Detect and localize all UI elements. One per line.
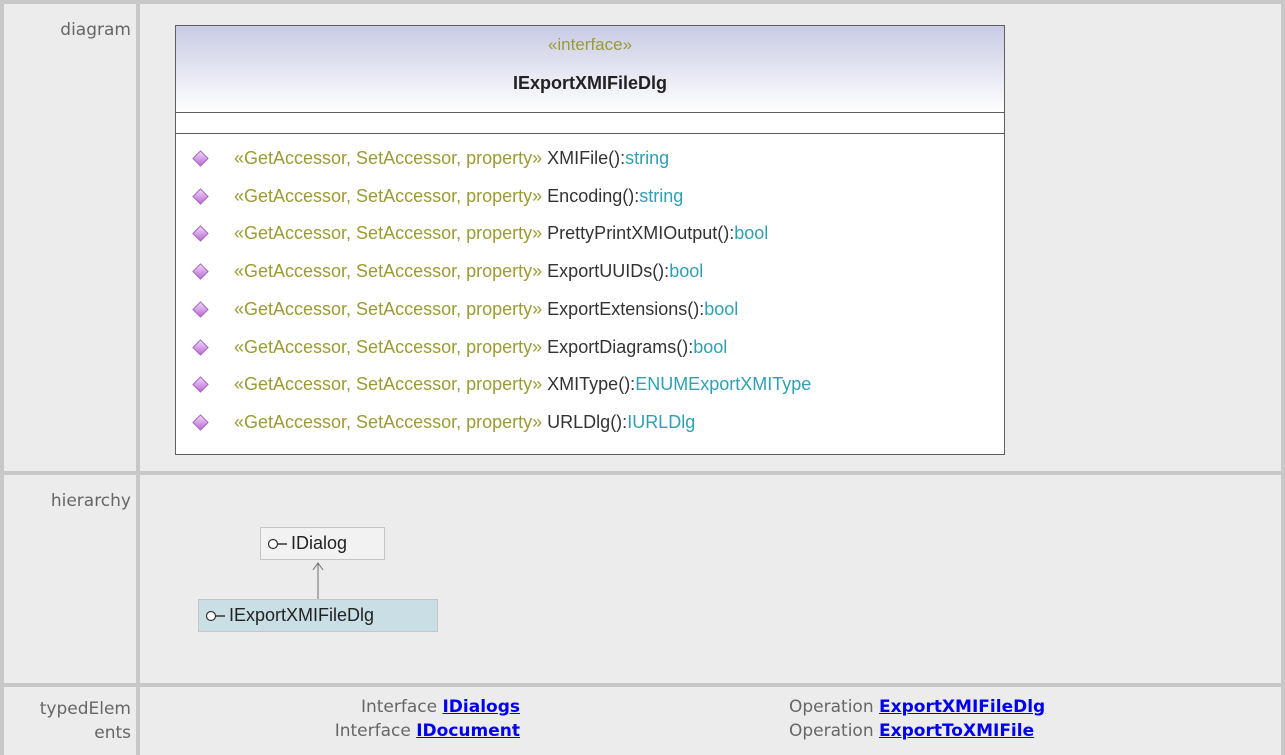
diagram-cell: «interface» IExportXMIFileDlg «GetAccess… xyxy=(140,4,1281,471)
operation-name: XMIType(): xyxy=(547,374,636,395)
operation-return-type: string xyxy=(625,148,670,168)
operation-row[interactable]: «GetAccessor, SetAccessor, property» XMI… xyxy=(176,370,1004,400)
grid-line-right xyxy=(1281,0,1285,755)
operation-return-type: string xyxy=(639,185,684,206)
typed-element-row: Interface IDocument xyxy=(335,721,520,741)
operation-diamond-icon xyxy=(192,263,209,280)
operation-row[interactable]: «GetAccessor, SetAccessor, property» Exp… xyxy=(176,257,1004,287)
operation-name: XMIFile(): xyxy=(547,148,626,168)
typed-element-row: Interface IDialogs xyxy=(361,697,520,717)
operation-name: PrettyPrintXMIOutput(): xyxy=(547,223,735,244)
uml-class-box[interactable]: «interface» IExportXMIFileDlg «GetAccess… xyxy=(175,25,1005,455)
operation-diamond-icon xyxy=(192,301,209,318)
operation-return-type: bool xyxy=(669,261,704,282)
row-label-typed-elements: typedElem ents xyxy=(4,687,136,755)
operation-diamond-icon xyxy=(192,225,209,243)
operation-row[interactable]: «GetAccessor, SetAccessor, property» Exp… xyxy=(176,295,1004,325)
generalization-arrow xyxy=(312,562,324,599)
operation-row[interactable]: «GetAccessor, SetAccessor, property» XMI… xyxy=(176,144,1004,174)
operation-stereotype: «GetAccessor, SetAccessor, property» xyxy=(234,148,543,168)
operation-stereotype: «GetAccessor, SetAccessor, property» xyxy=(234,185,543,206)
operation-diamond-icon xyxy=(192,187,209,205)
uml-class-header: «interface» IExportXMIFileDlg xyxy=(176,26,1004,113)
operation-stereotype: «GetAccessor, SetAccessor, property» xyxy=(234,261,543,282)
operation-name: URLDlg(): xyxy=(547,411,628,432)
typed-elements-label-line2: ents xyxy=(94,723,131,743)
typed-elements-cell: Interface IDialogs Interface IDocument O… xyxy=(140,687,1281,755)
typed-element-kind: Interface xyxy=(360,697,438,717)
typed-element-link[interactable]: ExportToXMIFile xyxy=(879,721,1034,741)
operation-diamond-icon xyxy=(192,414,209,431)
hierarchy-parent-name: IDialog xyxy=(291,533,348,553)
typed-element-row: Operation ExportToXMIFile xyxy=(789,721,1034,741)
row-label-hierarchy: hierarchy xyxy=(4,475,136,683)
typed-element-kind: Interface xyxy=(334,721,411,741)
operation-stereotype: «GetAccessor, SetAccessor, property» xyxy=(234,374,543,395)
operation-stereotype: «GetAccessor, SetAccessor, property» xyxy=(234,411,543,432)
interface-lollipop-icon xyxy=(205,610,225,622)
operation-return-type: bool xyxy=(693,336,728,357)
typed-element-row: Operation ExportXMIFileDlg xyxy=(789,697,1045,717)
hierarchy-label: hierarchy xyxy=(50,491,131,511)
operation-stereotype: «GetAccessor, SetAccessor, property» xyxy=(234,298,543,319)
hierarchy-current-node[interactable]: IExportXMIFileDlg xyxy=(198,599,438,632)
hierarchy-current-name: IExportXMIFileDlg xyxy=(229,605,375,625)
operation-diamond-icon xyxy=(192,376,209,393)
operation-return-type: ENUMExportXMIType xyxy=(635,374,812,395)
operation-stereotype: «GetAccessor, SetAccessor, property» xyxy=(234,223,543,244)
uml-class-name[interactable]: IExportXMIFileDlg xyxy=(176,73,1004,94)
operation-row[interactable]: «GetAccessor, SetAccessor, property» Enc… xyxy=(176,182,1004,212)
operation-name: ExportExtensions(): xyxy=(547,298,705,319)
operation-row[interactable]: «GetAccessor, SetAccessor, property» URL… xyxy=(176,408,1004,438)
row-label-diagram: diagram xyxy=(4,4,136,471)
diagram-label: diagram xyxy=(60,20,131,40)
hierarchy-parent-node[interactable]: IDialog xyxy=(260,527,385,560)
operation-row[interactable]: «GetAccessor, SetAccessor, property» Pre… xyxy=(176,219,1004,249)
uml-stereotype: «interface» xyxy=(547,35,633,54)
operation-name: Encoding(): xyxy=(547,185,640,206)
operation-diamond-icon xyxy=(192,150,209,167)
uml-attributes-separator xyxy=(176,133,1004,134)
hierarchy-cell: IDialog IExportXMIFileDlg xyxy=(140,475,1281,683)
operation-name: ExportDiagrams(): xyxy=(547,336,694,357)
typed-element-link[interactable]: IDialogs xyxy=(442,697,520,717)
typed-elements-label-line1: typedElem xyxy=(39,699,131,719)
operation-return-type: bool xyxy=(734,223,769,244)
operation-row[interactable]: «GetAccessor, SetAccessor, property» Exp… xyxy=(176,333,1004,363)
typed-element-link[interactable]: IDocument xyxy=(416,721,520,741)
operation-name: ExportUUIDs(): xyxy=(547,261,670,282)
typed-element-link[interactable]: ExportXMIFileDlg xyxy=(879,697,1045,717)
interface-lollipop-icon xyxy=(267,538,287,550)
typed-element-kind: Operation xyxy=(789,697,874,717)
operation-stereotype: «GetAccessor, SetAccessor, property» xyxy=(234,336,543,357)
operation-return-type: IURLDlg xyxy=(627,411,696,432)
operation-return-type: bool xyxy=(704,298,739,319)
operation-diamond-icon xyxy=(192,338,209,356)
typed-element-kind: Operation xyxy=(789,721,874,741)
